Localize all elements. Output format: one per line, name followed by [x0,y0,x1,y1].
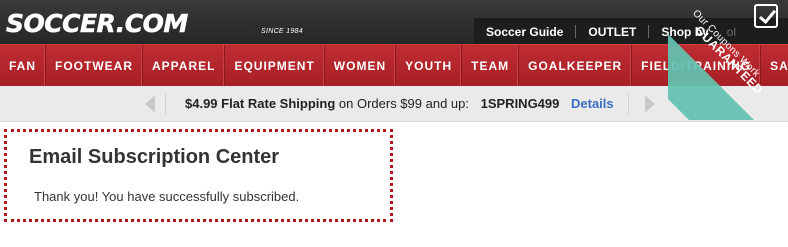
promo-prev-arrow-icon[interactable] [145,95,155,113]
promo-condition: on Orders $99 and up: [338,96,469,111]
success-message: Thank you! You have successfully subscri… [34,189,300,204]
promo-next-arrow-icon[interactable] [645,95,655,113]
shop-by-link[interactable]: Shop by [649,25,720,39]
promo-message: $4.99 Flat Rate Shipping on Orders $99 a… [185,86,614,122]
soccer-guide-link[interactable]: Soccer Guide [474,25,575,39]
site-header: SOCCER.COM SINCE 1984 Soccer Guide OUTLE… [0,0,788,45]
subscription-panel: Email Subscription Center Thank you! You… [4,129,393,222]
promo-code: 1SPRING499 [480,96,560,111]
logo-tagline: SINCE 1984 [261,28,303,35]
nav-item-field-training[interactable]: FIELD/TRAINING [632,45,762,86]
nav-item-equipment[interactable]: EQUIPMENT [225,45,325,86]
outlet-link[interactable]: OUTLET [576,25,648,39]
nav-item-apparel[interactable]: APPAREL [143,45,226,86]
promo-divider [628,94,629,114]
promo-divider [165,94,166,114]
nav-item-footwear[interactable]: FOOTWEAR [46,45,143,86]
nav-item-goalkeeper[interactable]: GOALKEEPER [519,45,633,86]
page-title: Email Subscription Center [29,146,280,168]
nav-item-youth[interactable]: YOUTH [396,45,463,86]
logo-text: SOCCER.COM [6,9,189,39]
util-extra-text: ol [726,24,737,39]
nav-item-fan[interactable]: FAN [0,45,46,86]
nav-item-team[interactable]: TEAM [462,45,520,86]
promo-price: $4.99 Flat Rate Shipping [185,96,336,111]
utility-nav: Soccer Guide OUTLET Shop by ol [474,18,788,45]
category-nav: FAN FOOTWEAR APPAREL EQUIPMENT WOMEN YOU… [0,44,788,86]
nav-item-sale[interactable]: SALE [761,45,788,86]
site-logo[interactable]: SOCCER.COM SINCE 1984 [6,9,306,39]
promo-details-link[interactable]: Details [571,96,614,111]
nav-item-women[interactable]: WOMEN [325,45,397,86]
shipping-promo-bar: $4.99 Flat Rate Shipping on Orders $99 a… [0,86,788,122]
